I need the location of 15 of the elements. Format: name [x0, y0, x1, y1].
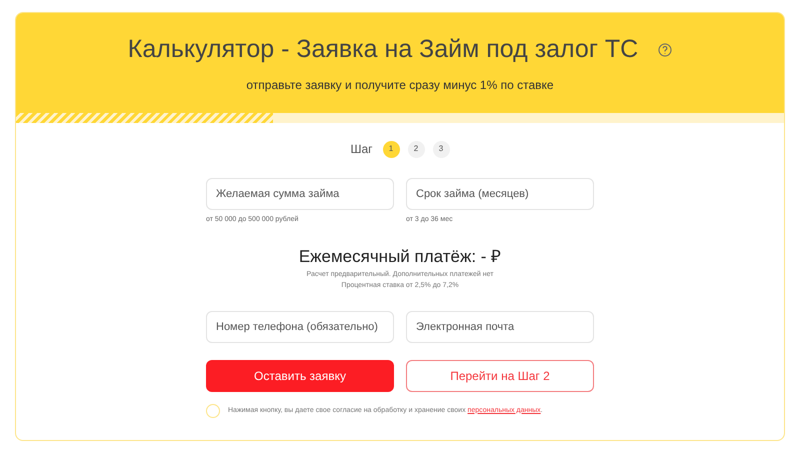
input-field[interactable]: Желаемая сумма займа: [206, 178, 394, 210]
next-step-button[interactable]: Перейти на Шаг 2: [406, 360, 594, 392]
page-subtitle: отправьте заявку и получите сразу минус 1% по ставке: [246, 77, 554, 94]
step-number[interactable]: 2: [408, 140, 425, 158]
monthly-payment: Ежемесячный платёж: - ₽: [298, 246, 502, 268]
step-number[interactable]: 1: [382, 140, 400, 158]
input-field[interactable]: Номер телефона (обязательно): [206, 311, 394, 343]
help-icon[interactable]: [658, 42, 672, 56]
consent-checkbox[interactable]: [206, 404, 220, 418]
step-number[interactable]: 3: [432, 140, 450, 158]
input-field[interactable]: Срок займа (месяцев): [406, 178, 594, 210]
page-title: Калькулятор - Заявка на Займ под залог ТС: [128, 37, 638, 62]
submit-button[interactable]: Оставить заявку: [206, 360, 394, 392]
input-field[interactable]: Электронная почта: [406, 311, 594, 343]
step-label: Шаг: [350, 141, 373, 158]
